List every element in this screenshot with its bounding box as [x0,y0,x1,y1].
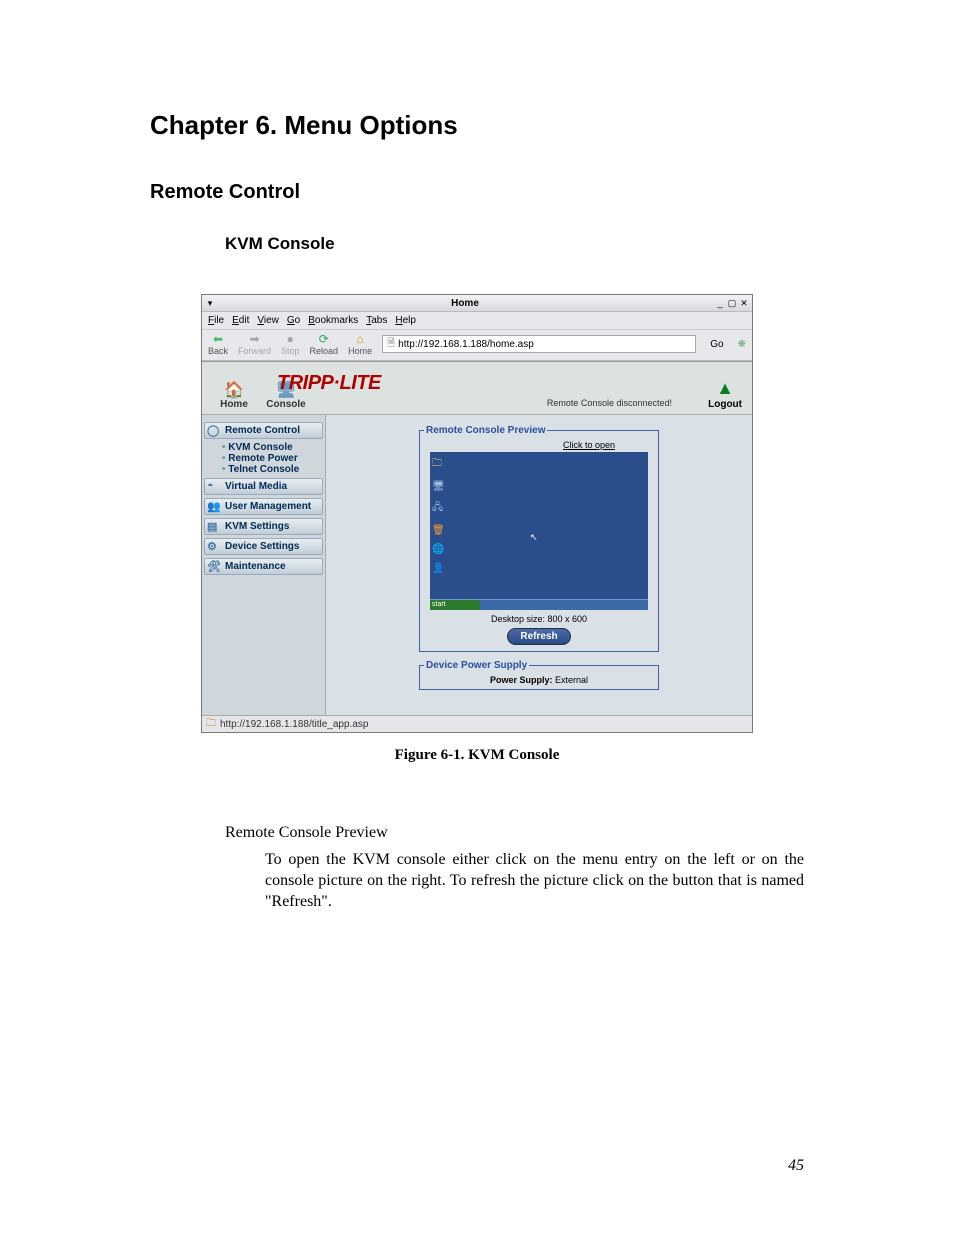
statusbar-text: http://192.168.1.188/title_app.asp [220,719,368,730]
logo: TRIPP·LITE [277,372,381,395]
sidebar-kvm-settings[interactable]: ▤ KVM Settings [204,518,323,535]
settings-icon: ▤ [207,520,217,533]
body-paragraph: To open the KVM console either click on … [265,850,804,912]
content-frame: 🏠 Home 🖥 Console TRIPP·LITE Remote Conso… [202,361,752,715]
stop-icon: ● [282,332,298,346]
menu-tabs[interactable]: Tabs [366,315,387,326]
throbber-icon: ❋ [738,339,746,350]
desktop-icon: 🖧 [432,500,445,517]
close-icon[interactable]: ✕ [739,298,749,308]
sidebar-remote-control[interactable]: ◯ Remote Control [204,422,323,439]
subsection-title: KVM Console [225,234,804,254]
wrench-icon: 🛠 [207,560,221,573]
sidebar-user-management[interactable]: 👥 User Management [204,498,323,515]
url-input[interactable]: 🗎 http://192.168.1.188/home.asp [382,335,696,353]
folder-icon: 🗀 [206,716,216,733]
house-icon: 🏠 [223,381,245,399]
appbar: 🏠 Home 🖥 Console TRIPP·LITE Remote Conso… [202,362,752,415]
url-text: http://192.168.1.188/home.asp [398,339,534,350]
document-icon: 🗎 [387,336,395,353]
sidebar-device-settings[interactable]: ⚙ Device Settings [204,538,323,555]
figure-caption: Figure 6-1. KVM Console [201,747,753,764]
reload-icon: ⟳ [316,332,332,346]
forward-icon: ➡ [247,332,263,346]
desktop-icon: 🗑 [432,525,445,536]
toolbar: ⬅ Back ➡ Forward ● Stop ⟳ Reload ⌂ Hom [202,330,752,361]
sidebar-item-kvm-console[interactable]: KVM Console [204,442,323,453]
globe-icon: ◯ [207,424,219,437]
power-label: Power Supply: [490,675,553,685]
main-area: Remote Console Preview Click to open 🗀 🖥… [326,415,752,715]
power-value: External [555,675,588,685]
browser-window: ▾ Home _ ▢ ✕ File Edit View Go Bookmarks… [201,294,753,733]
power-legend: Device Power Supply [424,660,529,671]
app-home-button[interactable]: 🏠 Home [208,381,260,410]
sidebar-item-telnet-console[interactable]: Telnet Console [204,464,323,475]
sidebar-maintenance[interactable]: 🛠 Maintenance [204,558,323,575]
menu-edit[interactable]: Edit [232,315,249,326]
menu-view[interactable]: View [257,315,279,326]
chapter-title: Chapter 6. Menu Options [150,110,804,141]
device-power-supply-panel: Device Power Supply Power Supply: Extern… [419,660,659,690]
preview-legend: Remote Console Preview [424,425,547,436]
start-button: start [430,600,480,610]
menubar: File Edit View Go Bookmarks Tabs Help [202,312,752,330]
logout-icon: ▲ [716,378,734,399]
sidebar-virtual-media[interactable]: ◓ Virtual Media [204,478,323,495]
disk-icon: ◓ [207,480,214,492]
status-text: Remote Console disconnected! [547,398,672,408]
window-title: Home [215,298,715,309]
menu-go[interactable]: Go [287,315,300,326]
figure: ▾ Home _ ▢ ✕ File Edit View Go Bookmarks… [201,294,753,764]
minimize-icon[interactable]: _ [715,298,725,308]
menu-bookmarks[interactable]: Bookmarks [308,315,358,326]
stop-button[interactable]: ● Stop [281,332,300,356]
desktop-icon: 👤 [432,563,445,574]
pin-icon[interactable]: ▾ [205,298,215,308]
desktop-icon: 🖥 [432,481,445,492]
preview-image[interactable]: 🗀 🖥 🖧 🗑 🌐 👤 ↖ start [430,452,648,610]
home-button[interactable]: ⌂ Home [348,332,372,356]
users-icon: 👥 [207,500,221,513]
section-title: Remote Control [150,181,804,204]
body-label: Remote Console Preview [225,824,804,842]
refresh-button[interactable]: Refresh [507,628,570,645]
desktop-icon: 🌐 [432,544,445,555]
remote-console-preview-panel: Remote Console Preview Click to open 🗀 🖥… [419,425,659,652]
go-button[interactable]: Go [706,339,727,350]
back-button[interactable]: ⬅ Back [208,332,228,356]
menu-file[interactable]: File [208,315,224,326]
click-to-open-link[interactable]: Click to open [524,440,654,450]
statusbar: 🗀 http://192.168.1.188/title_app.asp [202,715,752,732]
app-body: ◯ Remote Control KVM Console Remote Powe… [202,415,752,715]
menu-help[interactable]: Help [395,315,416,326]
desktop-icon: 🗀 [432,456,445,473]
cursor-icon: ↖ [530,532,538,543]
titlebar: ▾ Home _ ▢ ✕ [202,295,752,312]
reload-button[interactable]: ⟳ Reload [310,332,339,356]
sidebar-item-remote-power[interactable]: Remote Power [204,453,323,464]
sidebar: ◯ Remote Control KVM Console Remote Powe… [202,415,326,715]
back-icon: ⬅ [210,332,226,346]
logout-button[interactable]: ▲ Logout [708,378,746,410]
home-icon: ⌂ [352,332,368,346]
desktop-size: Desktop size: 800 x 600 [424,614,654,624]
forward-button[interactable]: ➡ Forward [238,332,271,356]
maximize-icon[interactable]: ▢ [727,298,737,308]
gear-icon: ⚙ [207,540,217,553]
page-number: 45 [788,1157,804,1175]
